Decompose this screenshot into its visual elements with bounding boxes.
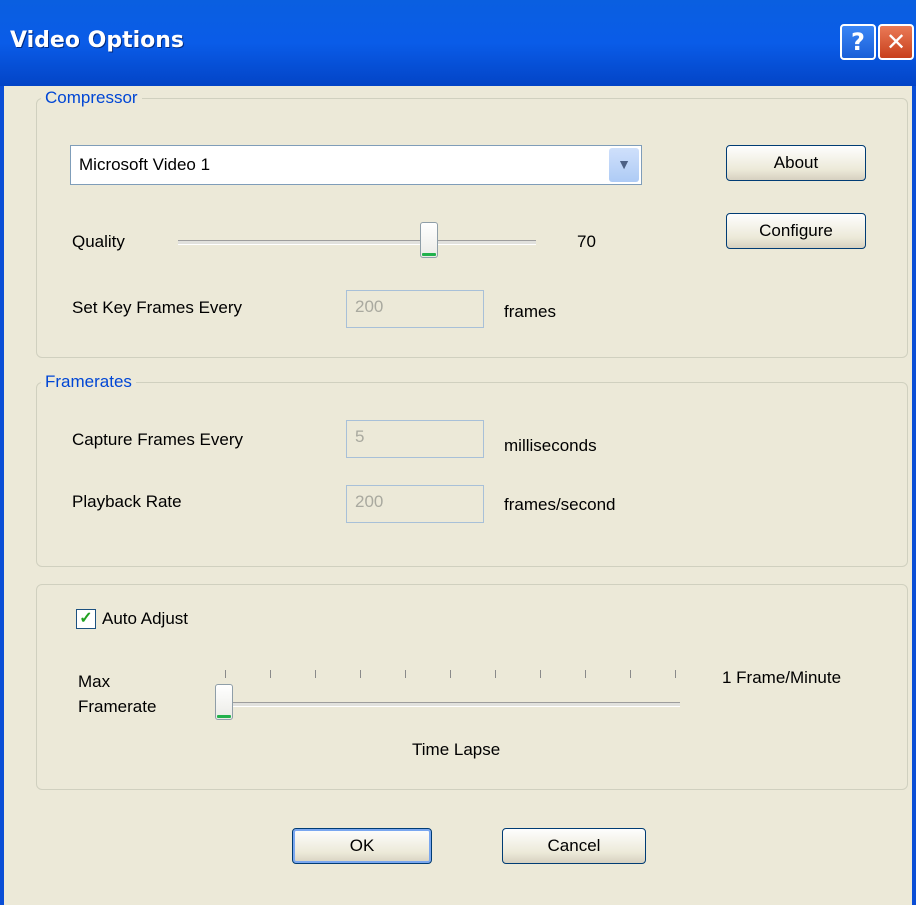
compressor-legend: Compressor (45, 88, 138, 107)
ok-button[interactable]: OK (292, 828, 432, 864)
slider-tick (270, 670, 271, 678)
framerates-legend: Framerates (45, 372, 132, 391)
max-framerate-slider-thumb[interactable] (215, 684, 233, 720)
playback-rate-field[interactable]: 200 (346, 485, 484, 523)
max-framerate-slider-track[interactable] (220, 702, 680, 707)
time-lapse-label: Time Lapse (412, 740, 501, 759)
max-framerate-right-label: 1 Frame/Minute (722, 668, 842, 687)
compressor-dropdown[interactable]: Microsoft Video 1 ▼ (70, 145, 642, 185)
slider-tick (675, 670, 676, 678)
slider-tick (540, 670, 541, 678)
keyframes-field[interactable]: 200 (346, 290, 484, 328)
playback-rate-unit: frames/second (504, 495, 616, 514)
help-button[interactable]: ? (840, 24, 876, 60)
configure-button[interactable]: Configure (726, 213, 866, 249)
capture-frames-unit: milliseconds (504, 436, 597, 455)
capture-frames-field[interactable]: 5 (346, 420, 484, 458)
slider-tick (405, 670, 406, 678)
quality-value: 70 (577, 232, 596, 251)
slider-tick (360, 670, 361, 678)
keyframes-unit: frames (504, 302, 556, 321)
capture-frames-label: Capture Frames Every (72, 430, 243, 449)
quality-slider-thumb[interactable] (419, 222, 438, 258)
slider-tick (225, 670, 226, 678)
cancel-button[interactable]: Cancel (502, 828, 646, 864)
max-framerate-label-line1: Max (78, 672, 111, 691)
slider-tick (495, 670, 496, 678)
window-border-right (912, 86, 916, 905)
framerates-group: Framerates (36, 372, 908, 567)
keyframes-label: Set Key Frames Every (72, 298, 243, 317)
playback-rate-label: Playback Rate (72, 492, 182, 511)
auto-adjust-checkbox[interactable]: ✓ (76, 609, 96, 629)
checkmark-icon: ✓ (79, 610, 93, 627)
quality-slider-track[interactable] (178, 240, 536, 245)
chevron-down-icon[interactable]: ▼ (609, 148, 639, 182)
close-button[interactable]: ✕ (878, 24, 914, 60)
video-options-dialog: Video Options ? ✕ Compressor Microsoft V… (0, 0, 916, 905)
quality-label: Quality (72, 232, 125, 251)
title-bar[interactable]: Video Options ? ✕ (0, 0, 916, 86)
window-title: Video Options (10, 28, 185, 53)
auto-adjust-label[interactable]: Auto Adjust (102, 609, 188, 629)
slider-tick (630, 670, 631, 678)
slider-tick (585, 670, 586, 678)
slider-tick (315, 670, 316, 678)
slider-tick (450, 670, 451, 678)
about-button[interactable]: About (726, 145, 866, 181)
compressor-selected-value: Microsoft Video 1 (79, 155, 211, 174)
max-framerate-label-line2: Framerate (78, 697, 157, 716)
window-border-left (0, 86, 4, 905)
